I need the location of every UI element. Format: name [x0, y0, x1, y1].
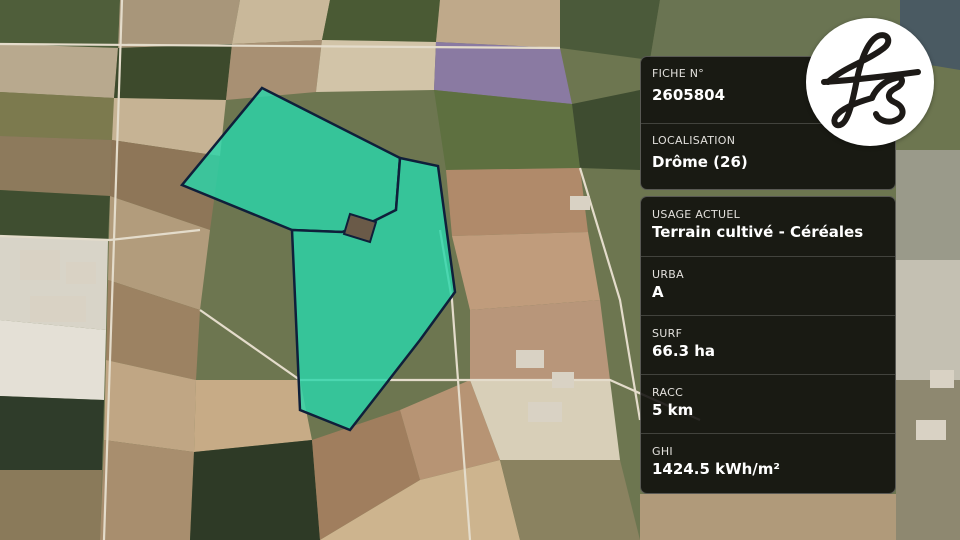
ghi-label: GHI: [652, 445, 673, 458]
urba-value: A: [652, 283, 664, 301]
usage-value: Terrain cultivé - Céréales: [652, 223, 864, 241]
racc-value: 5 km: [652, 401, 694, 419]
surf-label: SURF: [652, 327, 683, 340]
urba-label: URBA: [652, 268, 684, 281]
usage-label: USAGE ACTUEL: [652, 208, 741, 221]
surf-value: 66.3 ha: [652, 342, 716, 360]
ghi-row: GHI 1424.5 kWh/m²: [641, 433, 895, 493]
ghi-value: 1424.5 kWh/m²: [652, 460, 780, 478]
brand-logo: [806, 18, 934, 146]
usage-row: USAGE ACTUEL Terrain cultivé - Céréales: [641, 197, 895, 256]
fs-monogram-icon: [821, 32, 921, 129]
surf-row: SURF 66.3 ha: [641, 315, 895, 374]
localisation-value: Drôme (26): [652, 153, 748, 171]
racc-label: RACC: [652, 386, 684, 399]
racc-row: RACC 5 km: [641, 374, 895, 433]
info-panel-attributes: USAGE ACTUEL Terrain cultivé - Céréales …: [640, 196, 896, 494]
urba-row: URBA A: [641, 256, 895, 315]
